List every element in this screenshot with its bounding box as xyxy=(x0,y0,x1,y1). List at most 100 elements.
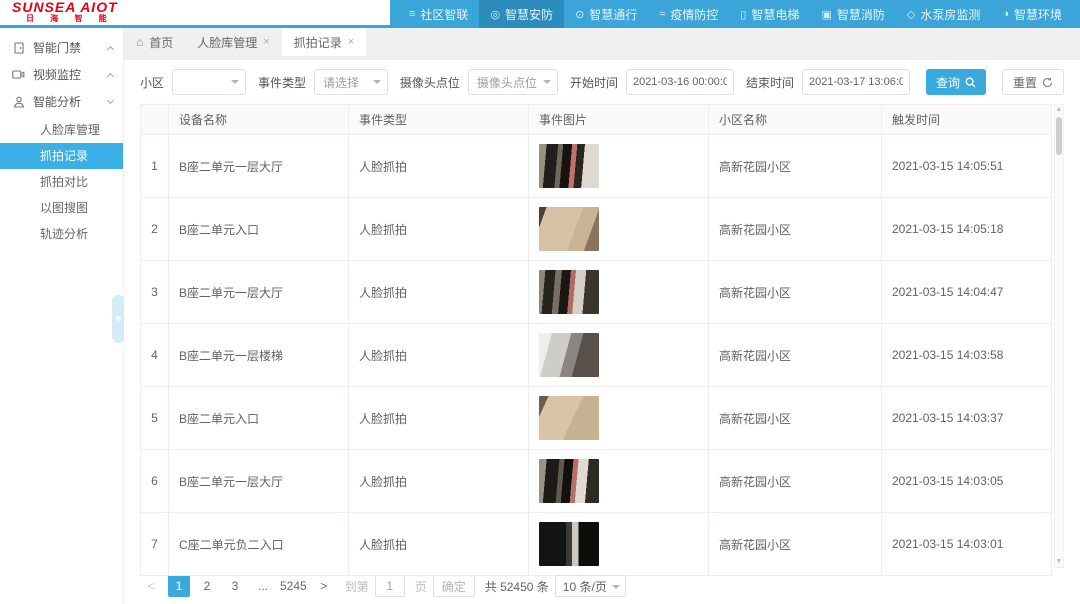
capture-thumbnail[interactable] xyxy=(539,207,599,251)
home-icon: ⌂ xyxy=(136,35,143,49)
epidemic-icon: ≈ xyxy=(659,8,665,20)
tab-capture-records[interactable]: 抓拍记录 × xyxy=(282,28,366,56)
capture-thumbnail[interactable] xyxy=(539,333,599,377)
nav-label: 智慧环境 xyxy=(1014,6,1062,23)
page-button-1[interactable]: 1 xyxy=(168,575,190,597)
header-event-type: 事件类型 xyxy=(349,105,529,135)
nav-label: 智慧安防 xyxy=(505,6,553,23)
trigger-time-cell: 2021-03-15 14:05:18 xyxy=(882,198,1052,261)
trigger-time-cell: 2021-03-15 14:04:47 xyxy=(882,261,1052,324)
community-cell: 高新花园小区 xyxy=(709,198,882,261)
device-name-cell: B座二单元入口 xyxy=(169,387,349,450)
nav-label: 疫情防控 xyxy=(670,6,718,23)
reset-button[interactable]: 重置 xyxy=(1002,69,1064,95)
nav-item-fire[interactable]: ▣ 智慧消防 xyxy=(810,0,895,28)
close-icon[interactable]: × xyxy=(263,36,269,48)
row-index: 2 xyxy=(141,198,169,261)
sidebar-item-smart-analysis[interactable]: 智能分析 xyxy=(0,88,123,115)
jump-page-input[interactable] xyxy=(375,575,405,597)
jump-suffix-label: 页 xyxy=(415,578,427,595)
nav-item-epidemic[interactable]: ≈ 疫情防控 xyxy=(648,0,729,28)
next-page-button[interactable]: > xyxy=(313,575,335,597)
table-row[interactable]: 1 B座二单元一层大厅 人脸抓拍 高新花园小区 2021-03-15 14:05… xyxy=(141,135,1052,198)
header-community-name: 小区名称 xyxy=(709,105,882,135)
tab-home[interactable]: ⌂ 首页 xyxy=(124,28,185,56)
sidebar-item-capture-compare[interactable]: 抓拍对比 xyxy=(0,169,123,195)
table-row[interactable]: 3 B座二单元一层大厅 人脸抓拍 高新花园小区 2021-03-15 14:04… xyxy=(141,261,1052,324)
sidebar-item-video-surveillance[interactable]: 视频监控 xyxy=(0,61,123,88)
event-image-cell xyxy=(529,324,709,387)
device-name-cell: C座二单元负二入口 xyxy=(169,513,349,576)
page-button-2[interactable]: 2 xyxy=(196,575,218,597)
table-row[interactable]: 2 B座二单元入口 人脸抓拍 高新花园小区 2021-03-15 14:05:1… xyxy=(141,198,1052,261)
nav-item-environment[interactable]: ◑ 智慧环境 xyxy=(991,0,1073,28)
tab-bar: ⌂ 首页 人脸库管理 × 抓拍记录 × xyxy=(124,28,1080,56)
event-type-cell: 人脸抓拍 xyxy=(349,513,529,576)
table-row[interactable]: 7 C座二单元负二入口 人脸抓拍 高新花园小区 2021-03-15 14:03… xyxy=(141,513,1052,576)
camera-select-value: 摄像头点位 xyxy=(477,74,537,91)
prev-page-button[interactable]: < xyxy=(140,575,162,597)
nav-item-access[interactable]: ⊙ 智慧通行 xyxy=(564,0,648,28)
capture-thumbnail[interactable] xyxy=(539,396,599,440)
trigger-time-cell: 2021-03-15 14:03:58 xyxy=(882,324,1052,387)
tab-face-library[interactable]: 人脸库管理 × xyxy=(185,28,281,56)
capture-thumbnail[interactable] xyxy=(539,522,599,566)
sidebar-item-trajectory-analysis[interactable]: 轨迹分析 xyxy=(0,221,123,247)
start-time-input[interactable] xyxy=(626,69,734,95)
logo-text: SUNSEA AIOT xyxy=(12,1,390,14)
sidebar-item-image-search[interactable]: 以图搜图 xyxy=(0,195,123,221)
event-image-cell xyxy=(529,261,709,324)
capture-thumbnail[interactable] xyxy=(539,459,599,503)
row-index: 3 xyxy=(141,261,169,324)
event-image-cell xyxy=(529,198,709,261)
event-type-cell: 人脸抓拍 xyxy=(349,387,529,450)
table-row[interactable]: 5 B座二单元入口 人脸抓拍 高新花园小区 2021-03-15 14:03:3… xyxy=(141,387,1052,450)
row-index: 4 xyxy=(141,324,169,387)
camera-select[interactable]: 摄像头点位 xyxy=(468,69,558,95)
community-cell: 高新花园小区 xyxy=(709,450,882,513)
capture-records-table: 设备名称 事件类型 事件图片 小区名称 触发时间 1 B座二单元一层大厅 xyxy=(140,104,1052,576)
sidebar-item-door-access[interactable]: 智能门禁 xyxy=(0,34,123,61)
search-button[interactable]: 查询 xyxy=(926,69,986,95)
sidebar-item-capture-records[interactable]: 抓拍记录 xyxy=(0,143,123,169)
nav-item-pumproom[interactable]: ◇ 水泵房监测 xyxy=(896,0,991,28)
page-button-3[interactable]: 3 xyxy=(224,575,246,597)
elevator-icon: ▯ xyxy=(740,8,746,21)
community-select[interactable] xyxy=(172,69,246,95)
table-row[interactable]: 4 B座二单元一层楼梯 人脸抓拍 高新花园小区 2021-03-15 14:03… xyxy=(141,324,1052,387)
scroll-up-icon[interactable]: ▲ xyxy=(1056,105,1063,115)
nav-item-elevator[interactable]: ▯ 智慧电梯 xyxy=(729,0,810,28)
capture-thumbnail[interactable] xyxy=(539,144,599,188)
device-name-cell: B座二单元入口 xyxy=(169,198,349,261)
scroll-down-icon[interactable]: ▼ xyxy=(1056,557,1063,567)
close-icon[interactable]: × xyxy=(348,36,354,48)
table-header-row: 设备名称 事件类型 事件图片 小区名称 触发时间 xyxy=(141,105,1052,135)
environment-icon: ◑ xyxy=(1002,8,1009,20)
page-size-select[interactable]: 10 条/页 xyxy=(555,575,626,597)
scrollbar-thumb[interactable] xyxy=(1056,117,1062,155)
event-image-cell xyxy=(529,450,709,513)
nav-item-security[interactable]: ◎ 智慧安防 xyxy=(479,0,564,28)
nav-label: 智慧电梯 xyxy=(751,6,799,23)
nav-item-community[interactable]: ≡ 社区智联 xyxy=(398,0,479,28)
table-row[interactable]: 6 B座二单元一层大厅 人脸抓拍 高新花园小区 2021-03-15 14:03… xyxy=(141,450,1052,513)
reset-button-label: 重置 xyxy=(1013,74,1037,91)
body-wrap: 智能门禁 视频监控 智能分析 人脸库管理 xyxy=(0,28,1080,604)
fire-icon: ▣ xyxy=(821,8,831,21)
capture-thumbnail[interactable] xyxy=(539,270,599,314)
chevron-down-icon xyxy=(107,97,114,104)
header-device-name: 设备名称 xyxy=(169,105,349,135)
event-type-cell: 人脸抓拍 xyxy=(349,324,529,387)
trigger-time-cell: 2021-03-15 14:03:01 xyxy=(882,513,1052,576)
end-time-input[interactable] xyxy=(802,69,910,95)
device-name-cell: B座二单元一层大厅 xyxy=(169,261,349,324)
sidebar-item-label: 智能分析 xyxy=(33,93,108,110)
device-name-cell: B座二单元一层大厅 xyxy=(169,135,349,198)
content-panel: 小区 事件类型 请选择 摄像头点位 摄像头点位 开始时间 xyxy=(124,60,1080,604)
jump-confirm-button[interactable]: 确定 xyxy=(433,575,475,597)
page-button-last[interactable]: 5245 xyxy=(280,575,307,597)
sidebar-item-face-library[interactable]: 人脸库管理 xyxy=(0,117,123,143)
sidebar-item-label: 人脸库管理 xyxy=(40,123,100,137)
event-type-select[interactable]: 请选择 xyxy=(314,69,388,95)
vertical-scrollbar[interactable]: ▲ ▼ xyxy=(1054,104,1064,568)
